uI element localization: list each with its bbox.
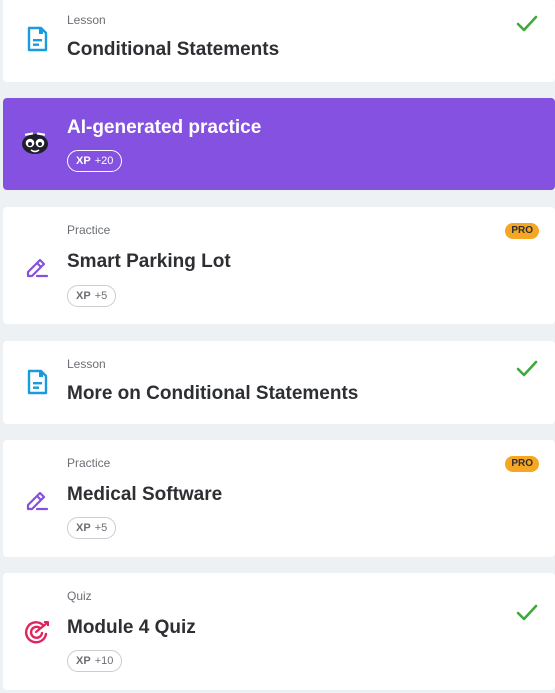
list-item[interactable]: Lesson Conditional Statements: [3, 0, 555, 82]
item-title: Module 4 Quiz: [67, 617, 196, 638]
item-title: Medical Software: [67, 484, 223, 505]
xp-badge: XP +5: [67, 517, 117, 539]
xp-label: XP: [76, 155, 91, 167]
lesson-doc-icon: [27, 26, 48, 52]
item-type: Practice: [67, 456, 111, 470]
check-icon: [516, 360, 538, 377]
check-icon: [516, 15, 538, 32]
item-title: Smart Parking Lot: [67, 251, 231, 272]
pro-badge: PRO: [505, 456, 539, 472]
ai-mascot-icon: [22, 132, 48, 154]
item-title: AI-generated practice: [67, 117, 262, 138]
xp-badge: XP +5: [67, 285, 117, 307]
target-icon: [24, 621, 49, 644]
xp-value: +20: [94, 155, 114, 167]
lesson-doc-icon: [27, 369, 48, 395]
list-item[interactable]: Practice Smart Parking Lot XP +5 PRO: [3, 207, 555, 324]
item-type: Quiz: [67, 589, 92, 603]
list-item[interactable]: Lesson More on Conditional Statements: [3, 341, 555, 424]
xp-badge: XP +10: [67, 650, 123, 672]
check-icon: [516, 604, 538, 621]
item-type: Practice: [67, 223, 111, 237]
xp-badge: XP +20: [67, 150, 123, 172]
module-content-list: Lesson Conditional Statements AI-generat…: [0, 0, 555, 693]
list-item[interactable]: Practice Medical Software XP +5 PRO: [3, 440, 555, 557]
xp-value: +10: [94, 655, 114, 667]
item-title: More on Conditional Statements: [67, 383, 359, 404]
pro-badge: PRO: [505, 223, 539, 239]
xp-value: +5: [94, 290, 108, 302]
item-title: Conditional Statements: [67, 39, 280, 60]
xp-value: +5: [94, 522, 108, 534]
edit-pencil-icon: [26, 491, 49, 511]
item-type: Lesson: [67, 357, 106, 371]
item-type: Lesson: [67, 13, 106, 27]
xp-label: XP: [76, 522, 91, 534]
xp-label: XP: [76, 655, 91, 667]
xp-label: XP: [76, 290, 91, 302]
ai-practice-card[interactable]: AI-generated practice XP +20: [3, 98, 555, 190]
list-item[interactable]: Quiz Module 4 Quiz XP +10: [3, 573, 555, 690]
edit-pencil-icon: [26, 258, 49, 278]
